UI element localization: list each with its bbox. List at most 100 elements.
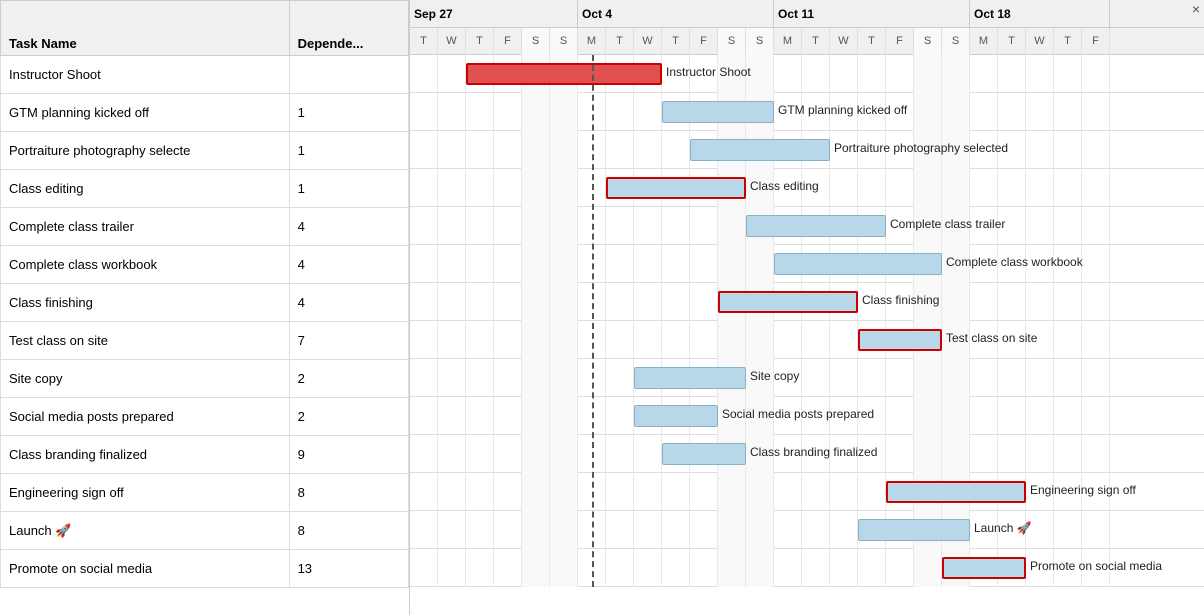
- bar-label: Promote on social media: [1030, 559, 1162, 573]
- gantt-day-cell: [522, 549, 550, 587]
- gantt-day-cell: [634, 245, 662, 283]
- gantt-day-cell: [550, 473, 578, 511]
- gantt-day-cell: [662, 131, 690, 169]
- gantt-day-cell: [410, 283, 438, 321]
- gantt-day-cell: [998, 283, 1026, 321]
- gantt-day-cell: [690, 283, 718, 321]
- gantt-day-cell: [690, 245, 718, 283]
- gantt-day-cell: [942, 435, 970, 473]
- gantt-day-cell: [1082, 283, 1110, 321]
- gantt-day-cell: [494, 473, 522, 511]
- gantt-bar[interactable]: [718, 291, 858, 313]
- gantt-row: Launch 🚀: [410, 511, 1204, 549]
- bar-label: Portraiture photography selected: [834, 141, 1008, 155]
- gantt-day-cell: [466, 359, 494, 397]
- gantt-day-cell: [606, 473, 634, 511]
- gantt-day-cell: [410, 321, 438, 359]
- gantt-day-cell: [718, 321, 746, 359]
- gantt-day-cell: [634, 473, 662, 511]
- gantt-bar[interactable]: [606, 177, 746, 199]
- day-header-cell: S: [718, 28, 746, 55]
- table-row: Complete class workbook4: [1, 246, 409, 284]
- gantt-day-cell: [410, 55, 438, 93]
- gantt-bar[interactable]: [774, 253, 942, 275]
- gantt-week-labels: Sep 27Oct 4Oct 11Oct 18: [410, 0, 1204, 28]
- gantt-row: Portraiture photography selected: [410, 131, 1204, 169]
- gantt-day-cell: [438, 207, 466, 245]
- gantt-day-cell: [606, 207, 634, 245]
- gantt-bar[interactable]: [746, 215, 886, 237]
- gantt-day-cell: [438, 473, 466, 511]
- day-header-cell: W: [1026, 28, 1054, 55]
- gantt-day-cell: [550, 435, 578, 473]
- gantt-day-cell: [550, 283, 578, 321]
- table-row: Class finishing4: [1, 284, 409, 322]
- gantt-day-cell: [802, 359, 830, 397]
- bar-label: Social media posts prepared: [722, 407, 874, 421]
- task-dep-cell: 4: [289, 284, 408, 322]
- task-dep-cell: 1: [289, 170, 408, 208]
- task-name-cell: Class finishing: [1, 284, 290, 322]
- gantt-day-cell: [466, 435, 494, 473]
- gantt-bar[interactable]: [858, 329, 942, 351]
- task-name-cell: Launch 🚀: [1, 512, 290, 550]
- gantt-day-cell: [438, 283, 466, 321]
- day-header-cell: M: [774, 28, 802, 55]
- gantt-day-cell: [1082, 55, 1110, 93]
- close-button[interactable]: ×: [1192, 2, 1200, 16]
- week-label: Oct 4: [578, 7, 616, 21]
- gantt-day-cell: [886, 435, 914, 473]
- gantt-day-cell: [970, 169, 998, 207]
- day-header-cell: F: [1082, 28, 1110, 55]
- gantt-day-cell: [1026, 397, 1054, 435]
- gantt-scroll[interactable]: Sep 27Oct 4Oct 11Oct 18 TWTFSSMTWTFSSMTW…: [410, 0, 1204, 615]
- gantt-bar[interactable]: [634, 367, 746, 389]
- task-dep-cell: 4: [289, 208, 408, 246]
- gantt-day-cell: [522, 397, 550, 435]
- gantt-day-cell: [802, 511, 830, 549]
- gantt-day-cell: [942, 397, 970, 435]
- gantt-day-cell: [466, 397, 494, 435]
- table-row: Promote on social media13: [1, 550, 409, 588]
- gantt-day-cell: [886, 549, 914, 587]
- gantt-bar[interactable]: [886, 481, 1026, 503]
- gantt-day-cell: [1082, 321, 1110, 359]
- gantt-day-cell: [914, 93, 942, 131]
- col-header-dep: Depende...: [289, 1, 408, 56]
- gantt-bar[interactable]: [662, 443, 746, 465]
- today-marker: [592, 55, 594, 587]
- table-row: Portraiture photography selecte1: [1, 132, 409, 170]
- gantt-area: × Sep 27Oct 4Oct 11Oct 18 TWTFSSMTWTFSSM…: [410, 0, 1204, 615]
- gantt-day-cell: [774, 511, 802, 549]
- gantt-day-cell: [550, 511, 578, 549]
- gantt-bar[interactable]: [634, 405, 718, 427]
- gantt-day-cell: [690, 321, 718, 359]
- gantt-day-cell: [970, 93, 998, 131]
- gantt-day-cell: [690, 549, 718, 587]
- gantt-day-cell: [410, 397, 438, 435]
- gantt-bar[interactable]: [662, 101, 774, 123]
- gantt-bar[interactable]: [466, 63, 662, 85]
- gantt-bar[interactable]: [942, 557, 1026, 579]
- gantt-day-cell: [942, 93, 970, 131]
- gantt-bar[interactable]: [858, 519, 970, 541]
- gantt-day-cell: [830, 55, 858, 93]
- gantt-day-cell: [410, 169, 438, 207]
- table-row: Launch 🚀8: [1, 512, 409, 550]
- day-header-cell: T: [998, 28, 1026, 55]
- gantt-day-cell: [914, 435, 942, 473]
- gantt-day-cell: [718, 511, 746, 549]
- gantt-day-cell: [858, 549, 886, 587]
- gantt-bar[interactable]: [690, 139, 830, 161]
- gantt-day-cell: [606, 549, 634, 587]
- gantt-row: Instructor Shoot: [410, 55, 1204, 93]
- gantt-day-cell: [998, 359, 1026, 397]
- day-header-cell: T: [858, 28, 886, 55]
- table-row: Class branding finalized9: [1, 436, 409, 474]
- gantt-day-cell: [774, 549, 802, 587]
- gantt-day-cell: [830, 169, 858, 207]
- gantt-day-cell: [550, 131, 578, 169]
- gantt-day-cell: [802, 549, 830, 587]
- gantt-day-cell: [522, 435, 550, 473]
- bar-label: Class finishing: [862, 293, 939, 307]
